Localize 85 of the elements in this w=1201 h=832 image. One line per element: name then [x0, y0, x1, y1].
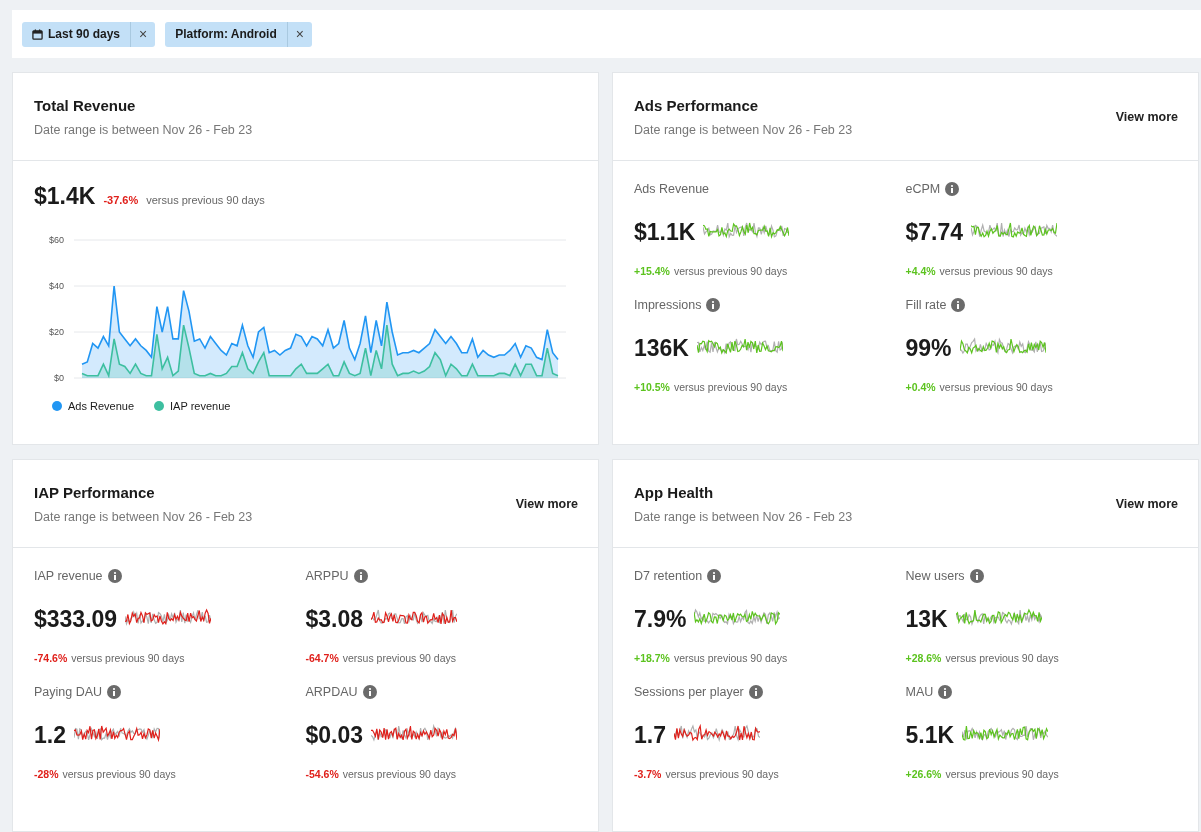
change-percent: +0.4% [905, 381, 936, 393]
legend-label: Ads Revenue [68, 400, 135, 412]
change-percent: -74.6% [34, 652, 68, 664]
remove-filter-button[interactable]: × [131, 21, 156, 47]
change-percent: +18.7% [634, 652, 670, 664]
comparison-text: versus previous 90 days [673, 652, 788, 664]
info-icon[interactable] [707, 569, 722, 583]
info-icon[interactable] [353, 569, 368, 583]
view-more-link[interactable]: View more [1115, 496, 1178, 511]
metric-value: 1.2 [34, 721, 66, 749]
comparison-text: versus previous 90 days [939, 381, 1053, 393]
info-icon[interactable] [706, 298, 721, 312]
view-more-link[interactable]: View more [1115, 109, 1178, 124]
change-percent: -64.7% [305, 652, 339, 664]
filter-chip[interactable]: Platform: Android × [165, 21, 312, 47]
remove-filter-button[interactable]: × [287, 21, 312, 47]
comparison-text: versus previous 90 days [71, 652, 185, 664]
info-icon[interactable] [107, 685, 122, 699]
metric-label: Paying DAU [34, 685, 103, 699]
comparison-text: versus previous 90 days [665, 768, 779, 780]
filter-chip[interactable]: Last 90 days × [22, 21, 156, 47]
comparison-text: versus previous 90 days [62, 768, 176, 780]
info-icon[interactable] [362, 685, 377, 699]
change-percent: +28.6% [905, 652, 942, 664]
metric-label: Ads Revenue [634, 182, 710, 196]
info-icon[interactable] [748, 685, 763, 699]
metric-label: D7 retention [634, 569, 703, 583]
metric-label: eCPM [905, 182, 941, 196]
view-more-link[interactable]: View more [515, 496, 578, 511]
axis-label: $40 [48, 281, 64, 291]
change-percent: -3.7% [634, 768, 662, 780]
total-value: $1.4K [34, 183, 96, 210]
comparison-text: versus previous 90 days [945, 652, 1059, 664]
info-icon[interactable] [107, 569, 122, 583]
change-percent: +26.6% [905, 768, 942, 780]
metric-value: $1.1K [634, 218, 696, 246]
comparison-text: versus previous 90 days [673, 265, 788, 277]
card-title: Ads Performance [634, 96, 760, 114]
metric-label: Fill rate [905, 298, 947, 312]
metric-value: 136K [634, 334, 689, 362]
metric-value: 1.7 [634, 721, 666, 749]
comparison-text: versus previous 90 days [146, 194, 265, 206]
date-range: Date range is between Nov 26 - Feb 23 [34, 122, 253, 137]
filter-label: Last 90 days [48, 27, 121, 41]
card-title: IAP Performance [34, 483, 156, 501]
date-range: Date range is between Nov 26 - Feb 23 [634, 509, 853, 524]
metric-label: ARPPU [305, 569, 349, 583]
metric-value: 5.1K [905, 721, 955, 749]
metric-value: $333.09 [34, 605, 118, 633]
metric-value: 13K [905, 605, 948, 633]
metric-value: $7.74 [905, 218, 964, 246]
info-icon[interactable] [938, 685, 953, 699]
comparison-text: versus previous 90 days [342, 652, 456, 664]
metric-value: $3.08 [305, 605, 364, 633]
metric-label: Sessions per player [634, 685, 744, 699]
metric-label: Impressions [634, 298, 702, 312]
metric-value: 99% [905, 334, 952, 362]
card-title: App Health [634, 483, 715, 501]
change-percent: -54.6% [305, 768, 339, 780]
axis-label: $0 [54, 373, 64, 383]
metric-label: MAU [905, 685, 934, 699]
date-range: Date range is between Nov 26 - Feb 23 [34, 509, 253, 524]
axis-label: $60 [48, 235, 64, 245]
comparison-text: versus previous 90 days [342, 768, 456, 780]
change-percent: +15.4% [634, 265, 670, 277]
change-percent: -37.6% [103, 194, 139, 206]
metric-label: ARPDAU [305, 685, 358, 699]
metric-value: $0.03 [305, 721, 364, 749]
legend-label: IAP revenue [170, 400, 231, 412]
info-icon[interactable] [969, 569, 984, 583]
info-icon[interactable] [945, 182, 960, 196]
comparison-text: versus previous 90 days [945, 768, 1059, 780]
change-percent: +10.5% [634, 381, 670, 393]
axis-label: $20 [48, 327, 64, 337]
info-icon[interactable] [951, 298, 966, 312]
date-range: Date range is between Nov 26 - Feb 23 [634, 122, 853, 137]
metric-label: New users [905, 569, 965, 583]
change-percent: +4.4% [905, 265, 936, 277]
filter-label: Platform: Android [175, 27, 277, 41]
metric-label: IAP revenue [34, 569, 103, 583]
card-title: Total Revenue [34, 96, 137, 114]
metric-value: 7.9% [634, 605, 687, 633]
comparison-text: versus previous 90 days [939, 265, 1053, 277]
change-percent: -28% [34, 768, 59, 780]
comparison-text: versus previous 90 days [673, 381, 788, 393]
